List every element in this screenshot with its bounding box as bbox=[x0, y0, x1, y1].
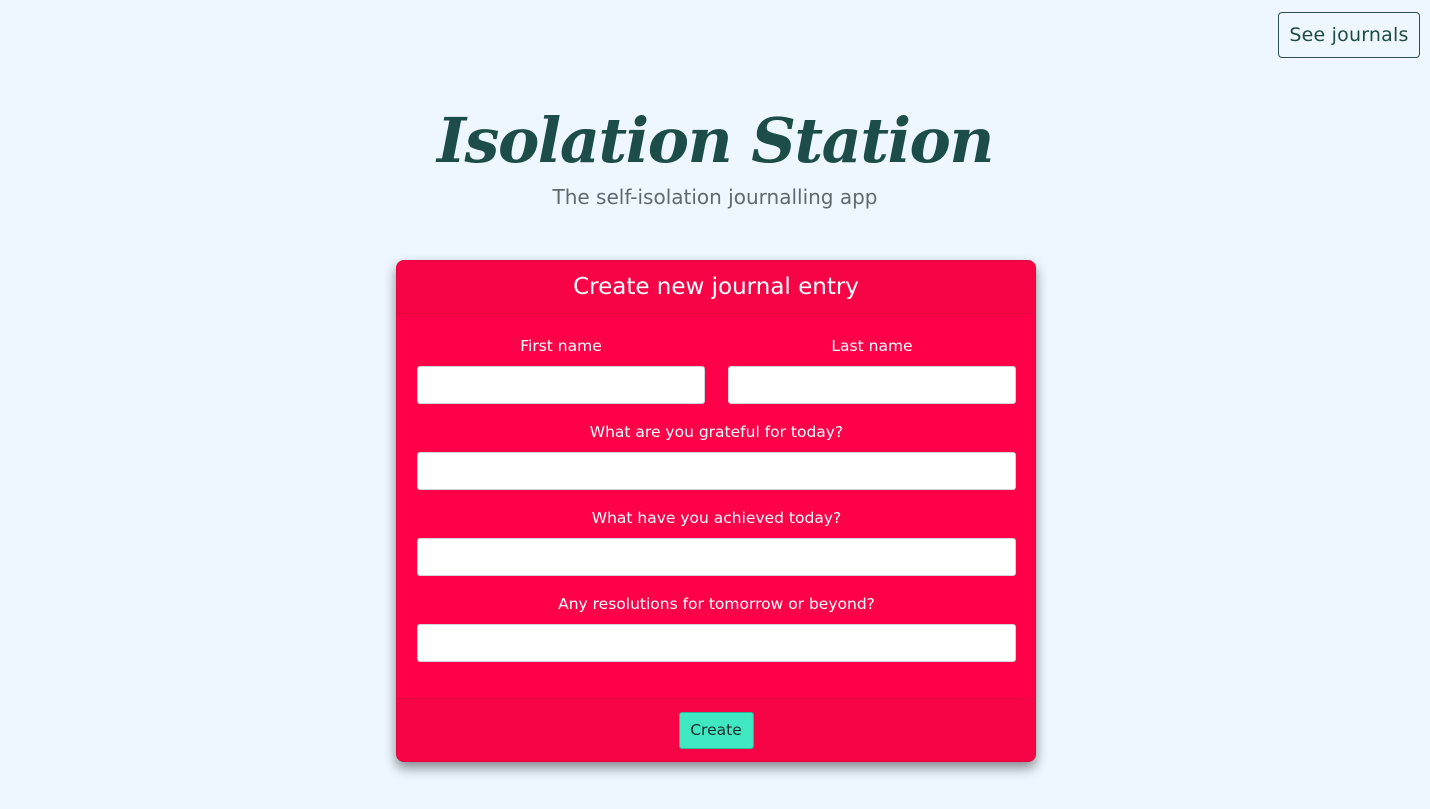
grateful-input[interactable] bbox=[417, 452, 1016, 490]
last-name-label: Last name bbox=[831, 337, 913, 355]
journal-entry-card: Create new journal entry First name Last… bbox=[396, 260, 1036, 762]
card-header: Create new journal entry bbox=[397, 261, 1035, 314]
first-name-label: First name bbox=[520, 337, 602, 355]
app-subtitle: The self-isolation journalling app bbox=[552, 185, 878, 209]
resolutions-input[interactable] bbox=[417, 624, 1016, 662]
achieved-input[interactable] bbox=[417, 538, 1016, 576]
achieved-label: What have you achieved today? bbox=[591, 509, 842, 527]
card-footer: Create bbox=[397, 698, 1035, 761]
journal-form: First name Last name What are you gratef… bbox=[397, 314, 1035, 699]
first-name-input[interactable] bbox=[417, 366, 705, 404]
last-name-input[interactable] bbox=[728, 366, 1016, 404]
see-journals-button[interactable]: See journals bbox=[1278, 12, 1420, 58]
app-title: Isolation Station bbox=[437, 104, 994, 177]
grateful-label: What are you grateful for today? bbox=[589, 423, 844, 441]
form-title: Create new journal entry bbox=[573, 274, 859, 300]
create-button[interactable]: Create bbox=[678, 711, 754, 749]
resolutions-label: Any resolutions for tomorrow or beyond? bbox=[558, 595, 875, 613]
